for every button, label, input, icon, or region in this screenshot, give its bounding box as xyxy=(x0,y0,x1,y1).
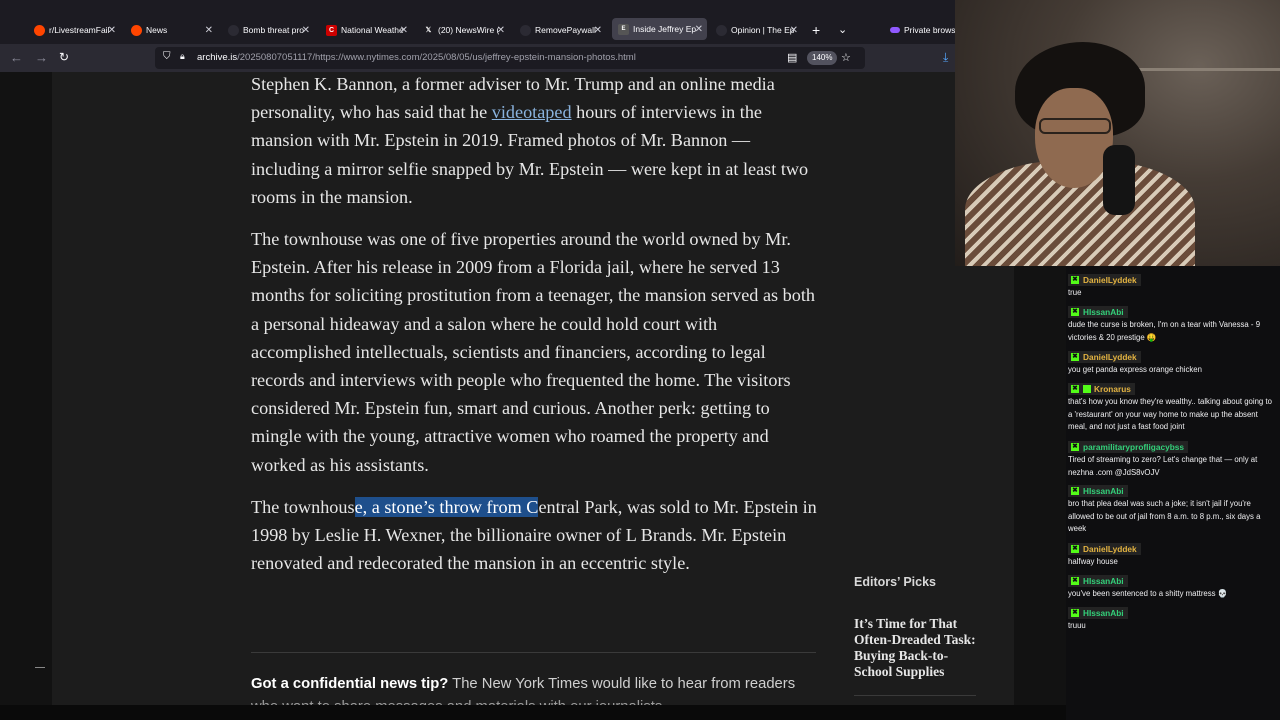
chat-message: ✖ paramilitaryprofligacybss Tired of stre… xyxy=(1068,440,1258,477)
sub-badge-icon: ✖ xyxy=(1071,307,1079,316)
tab-bar: r/LivestreamFail ✕ News ✕ Bomb threat pr… xyxy=(0,0,955,44)
lock-icon[interactable]: 🔒︎ xyxy=(180,51,185,62)
chat-message: ✖ HIssanAbi you've been sentenced to a sh… xyxy=(1068,574,1228,598)
pick-divider xyxy=(854,695,976,696)
editors-pick-link[interactable]: It’s Time for That Often-Dreaded Task: B… xyxy=(854,616,979,680)
microphone-icon xyxy=(1103,145,1135,215)
left-gutter xyxy=(0,72,52,705)
chat-message: ✖ HIssanAbi dude the curse is broken, I'm… xyxy=(1068,305,1261,342)
chat-username[interactable]: ✖ DanielLyddek xyxy=(1068,542,1141,555)
url-text[interactable]: archive.is/20250807051117/https://www.ny… xyxy=(197,52,636,63)
sub-badge-icon: ✖ xyxy=(1071,442,1079,451)
cnn-icon: C xyxy=(326,24,337,36)
chat-username[interactable]: ✖ HIssanAbi xyxy=(1068,484,1128,497)
close-icon[interactable]: ✕ xyxy=(497,25,505,36)
private-browsing-indicator: Private browsi xyxy=(884,16,955,44)
scroll-indicator xyxy=(35,667,45,668)
close-icon[interactable]: ✕ xyxy=(302,25,310,36)
sub-badge-icon: ✖ xyxy=(1071,576,1079,585)
close-icon[interactable]: ✕ xyxy=(205,25,213,36)
tab-bomb-threat[interactable]: Bomb threat pro ✕ xyxy=(222,16,314,44)
chat-message: ✖ DanielLyddek true xyxy=(1068,273,1278,300)
tab-national-weather[interactable]: C National Weathe ✕ xyxy=(320,16,412,44)
navigation-bar: ← → ↻ ⛉ 🔒︎ archive.is/20250807051117/htt… xyxy=(0,44,955,72)
reddit-icon xyxy=(131,24,142,36)
webcam-overlay xyxy=(955,0,1280,266)
tab-inside-jeffrey[interactable]: E Inside Jeffrey Ep ✕ xyxy=(612,18,707,40)
x-icon: 𝕏 xyxy=(425,26,432,34)
tab-opinion[interactable]: Opinion | The Ep ✕ xyxy=(710,16,802,44)
page-icon xyxy=(520,24,531,36)
archive-icon: E xyxy=(618,23,629,35)
bookmark-star-icon[interactable]: ☆ xyxy=(841,51,851,64)
news-tip-text: Got a confidential news tip? The New Yor… xyxy=(251,676,796,692)
paragraph-2: The townhouse was one of five properties… xyxy=(251,229,815,475)
tab-newswire[interactable]: 𝕏 (20) NewsWire ( ✕ xyxy=(417,16,509,44)
chat-panel: ✖ DanielLyddek true ✖ HIssanAbi dude the c… xyxy=(1066,266,1280,720)
section-divider xyxy=(251,652,816,653)
private-mask-icon xyxy=(890,27,900,33)
streamer-face xyxy=(1035,88,1113,188)
sub-badge-icon: ✖ xyxy=(1071,352,1079,361)
chat-username[interactable]: ✖ HIssanAbi xyxy=(1068,606,1128,619)
close-icon[interactable]: ✕ xyxy=(790,25,798,36)
chat-username[interactable]: ✖ paramilitaryprofligacybss xyxy=(1068,440,1188,453)
sub-badge-icon: ✖ xyxy=(1071,275,1079,284)
chat-username[interactable]: ✖ DanielLyddek xyxy=(1068,350,1141,363)
bottom-bar xyxy=(0,705,1066,720)
tab-livestreamfail[interactable]: r/LivestreamFail ✕ xyxy=(28,16,120,44)
new-tab-button[interactable]: + xyxy=(812,22,820,38)
videotaped-link[interactable]: videotaped xyxy=(492,102,572,122)
chat-message: ✖ HIssanAbi truuu xyxy=(1068,606,1278,633)
reader-view-icon[interactable]: ▤ xyxy=(787,51,797,64)
shelf xyxy=(1125,68,1280,71)
sub-badge-icon: ✖ xyxy=(1071,544,1079,553)
sub-badge-icon: ✖ xyxy=(1071,608,1079,617)
chat-message: ✖ HIssanAbi bro that plea deal was such a… xyxy=(1068,484,1261,534)
close-icon[interactable]: ✕ xyxy=(594,25,602,36)
page-icon xyxy=(716,24,727,36)
close-icon[interactable]: ✕ xyxy=(695,24,703,35)
glasses xyxy=(1039,118,1111,134)
shield-icon[interactable]: ⛉ xyxy=(163,51,171,62)
chat-username[interactable]: ✖ DanielLyddek xyxy=(1068,273,1141,286)
reload-icon[interactable]: ↻ xyxy=(59,50,69,64)
page-icon xyxy=(228,24,239,36)
chat-username[interactable]: ✖ HIssanAbi xyxy=(1068,574,1128,587)
sub-badge-icon: ✖ xyxy=(1071,486,1079,495)
tab-news[interactable]: News ✕ xyxy=(125,16,217,44)
close-icon[interactable]: ✕ xyxy=(400,25,408,36)
chat-message: ✖ DanielLyddek you get panda express oran… xyxy=(1068,350,1202,374)
article-body: Stephen K. Bannon, a former adviser to M… xyxy=(251,70,817,591)
text-selection: e, a stone’s throw from C xyxy=(354,496,539,517)
sub-badge-icon: ✖ xyxy=(1071,384,1079,393)
back-arrow-icon[interactable]: ← xyxy=(10,50,23,65)
url-bar[interactable]: ⛉ 🔒︎ archive.is/20250807051117/https://w… xyxy=(155,47,865,69)
tab-removepaywall[interactable]: RemovePaywall ✕ xyxy=(514,16,606,44)
chat-message: ✖ DanielLyddek halfway house xyxy=(1068,542,1278,569)
forward-arrow-icon[interactable]: → xyxy=(35,50,48,65)
chevron-down-icon[interactable]: ⌄ xyxy=(838,23,847,36)
reddit-icon xyxy=(34,24,45,36)
paragraph-1: Stephen K. Bannon, a former adviser to M… xyxy=(251,74,809,207)
zoom-level[interactable]: 140% xyxy=(807,51,838,65)
chat-username[interactable]: ✖ Kronarus xyxy=(1068,382,1135,395)
chat-message: ✖ Kronarus that's how you know they're we… xyxy=(1068,382,1272,432)
editors-picks-heading: Editors’ Picks xyxy=(854,575,936,589)
plus-badge-icon xyxy=(1083,384,1091,393)
download-icon[interactable]: ⤓ xyxy=(943,50,948,65)
close-icon[interactable]: ✕ xyxy=(108,25,116,36)
chat-username[interactable]: ✖ HIssanAbi xyxy=(1068,305,1128,318)
paragraph-3: The townhouse, a stone’s throw from Cent… xyxy=(251,496,817,574)
